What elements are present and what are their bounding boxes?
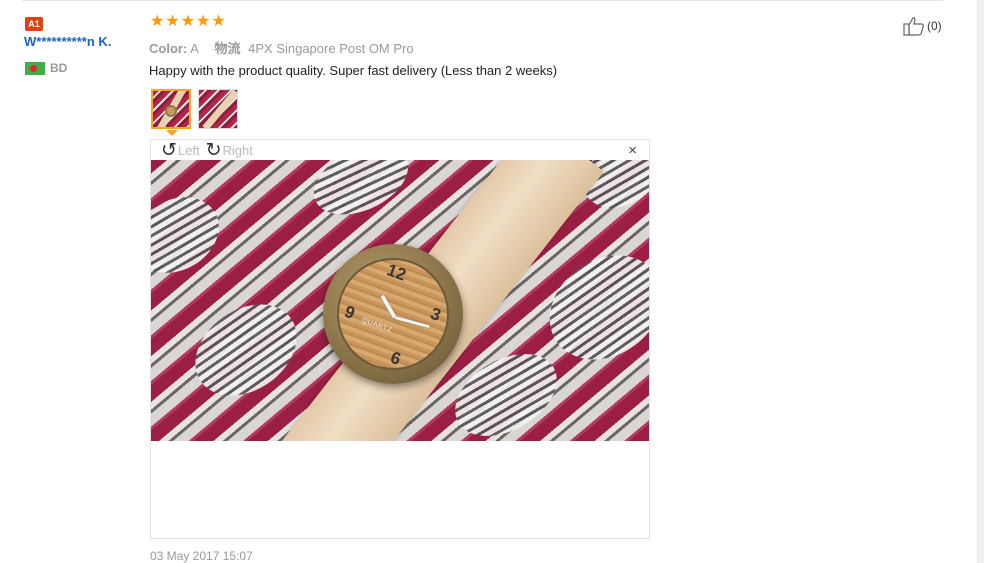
order-info: Color: A 物流 4PX Singapore Post OM Pro: [149, 38, 414, 57]
color-value: A: [190, 41, 199, 56]
shipping-value: 4PX Singapore Post OM Pro: [248, 41, 414, 56]
fabric-pattern: [303, 160, 419, 229]
rating-stars: ★★★★★: [150, 13, 227, 30]
review-photo-thumbnail[interactable]: [198, 89, 238, 129]
watch-numeral: 9: [342, 301, 358, 324]
country-code: BD: [50, 61, 68, 75]
scrollbar[interactable]: [977, 0, 984, 563]
watch-numeral: 6: [388, 347, 404, 370]
bangladesh-flag-icon: [25, 61, 45, 75]
fabric-pattern: [151, 182, 233, 288]
color-label: Color:: [149, 41, 188, 56]
watch-numeral: 12: [384, 260, 409, 285]
rotate-right-button[interactable]: ↻ Right: [206, 141, 253, 160]
review-text: Happy with the product quality. Super fa…: [149, 63, 558, 78]
watch-numeral: 3: [428, 303, 444, 326]
viewer-toolbar: ↺ Left ↻ Right: [161, 140, 259, 161]
top-divider: [22, 0, 943, 1]
fabric-pattern: [178, 285, 314, 415]
watch-dial: 12 3 6 9 QUARTZ: [337, 258, 449, 370]
rotate-left-label: Left: [177, 143, 200, 158]
reviewer-name[interactable]: W**********n K.: [24, 34, 111, 49]
review-photo: 12 3 6 9 QUARTZ: [151, 160, 649, 441]
rotate-left-icon: ↺: [161, 140, 177, 161]
reviewer-country: BD: [25, 61, 67, 75]
buyer-level-badge: A1: [25, 17, 43, 31]
rotate-left-button[interactable]: ↺ Left: [161, 141, 200, 160]
rotate-right-icon: ↻: [205, 140, 222, 161]
review-date: 03 May 2017 15:07: [150, 549, 253, 563]
helpful-button[interactable]: (0): [903, 16, 942, 36]
hour-hand: [380, 294, 397, 319]
watch-brand: QUARTZ: [360, 316, 393, 335]
minute-hand: [394, 316, 431, 329]
selected-thumbnail-indicator: [166, 130, 178, 136]
thumbnail-watch: [165, 105, 177, 117]
thumbs-up-icon: [903, 17, 924, 36]
helpful-count: (0): [927, 19, 942, 33]
review-photo-thumbnail[interactable]: [151, 89, 191, 129]
fabric-pattern: [529, 234, 649, 381]
close-icon[interactable]: ×: [628, 143, 637, 158]
rotate-right-label: Right: [222, 143, 253, 158]
photo-viewer: ↺ Left ↻ Right × 12 3 6 9 QUARTZ: [150, 139, 650, 539]
watch: 12 3 6 9 QUARTZ: [323, 244, 463, 384]
shipping-label: 物流: [214, 41, 241, 56]
